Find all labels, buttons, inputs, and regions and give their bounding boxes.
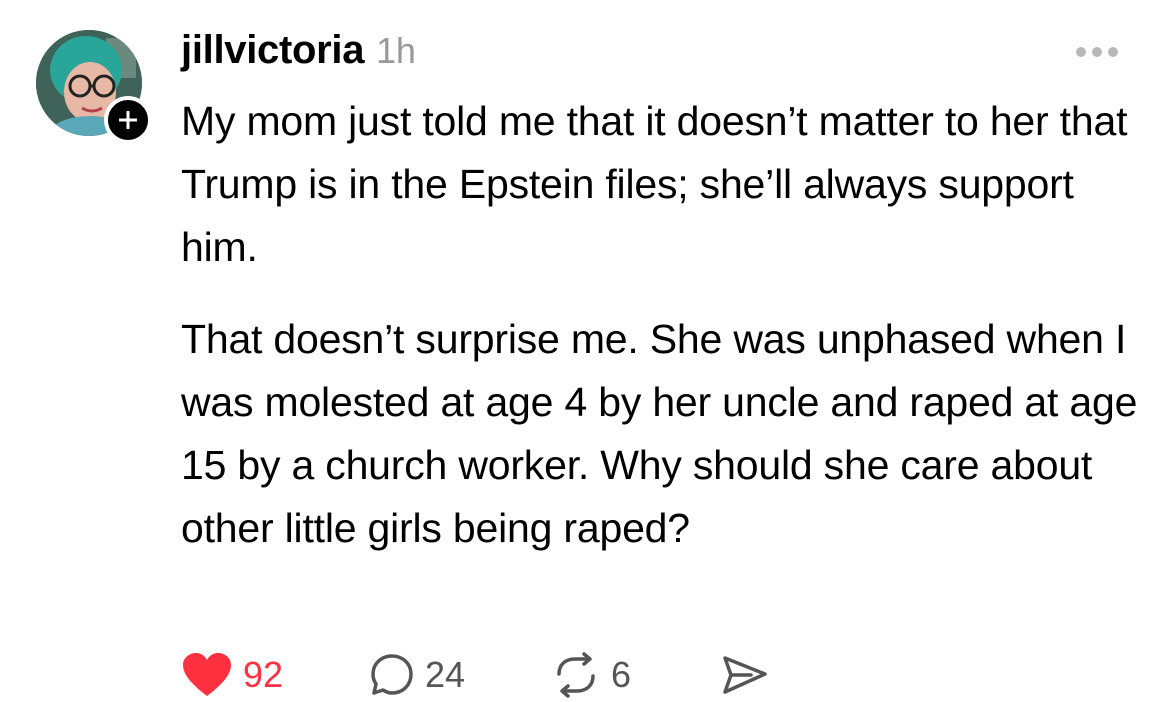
username-row: jillvictoria 1h xyxy=(181,28,416,73)
plus-icon xyxy=(119,111,137,129)
post-body: My mom just told me that it doesn’t matt… xyxy=(181,90,1141,560)
repost-icon xyxy=(557,652,595,698)
more-icon xyxy=(1092,47,1102,57)
comment-button[interactable]: 24 xyxy=(369,652,465,698)
post-card: jillvictoria 1h My mom just told me that … xyxy=(0,0,1170,698)
follow-button[interactable] xyxy=(104,96,152,144)
more-icon xyxy=(1076,47,1086,57)
heart-icon xyxy=(183,653,231,696)
comment-count: 24 xyxy=(425,654,466,695)
like-count: 92 xyxy=(243,654,284,695)
post-paragraph: My mom just told me that it doesn’t matt… xyxy=(181,98,1128,270)
repost-count: 6 xyxy=(611,654,632,695)
comment-icon xyxy=(371,654,413,695)
action-bar: 92 24 6 xyxy=(181,652,881,702)
repost-button[interactable]: 6 xyxy=(551,652,631,698)
post-paragraph: That doesn’t surprise me. She was unphas… xyxy=(181,316,1138,551)
username[interactable]: jillvictoria xyxy=(181,28,364,72)
like-button[interactable]: 92 xyxy=(181,652,283,698)
share-icon xyxy=(723,656,767,694)
share-button[interactable] xyxy=(721,652,769,698)
more-icon xyxy=(1108,47,1118,57)
timestamp: 1h xyxy=(376,30,416,71)
avatar-container[interactable] xyxy=(36,30,152,144)
post-header: jillvictoria 1h xyxy=(181,24,1130,78)
more-button[interactable] xyxy=(1076,44,1122,60)
